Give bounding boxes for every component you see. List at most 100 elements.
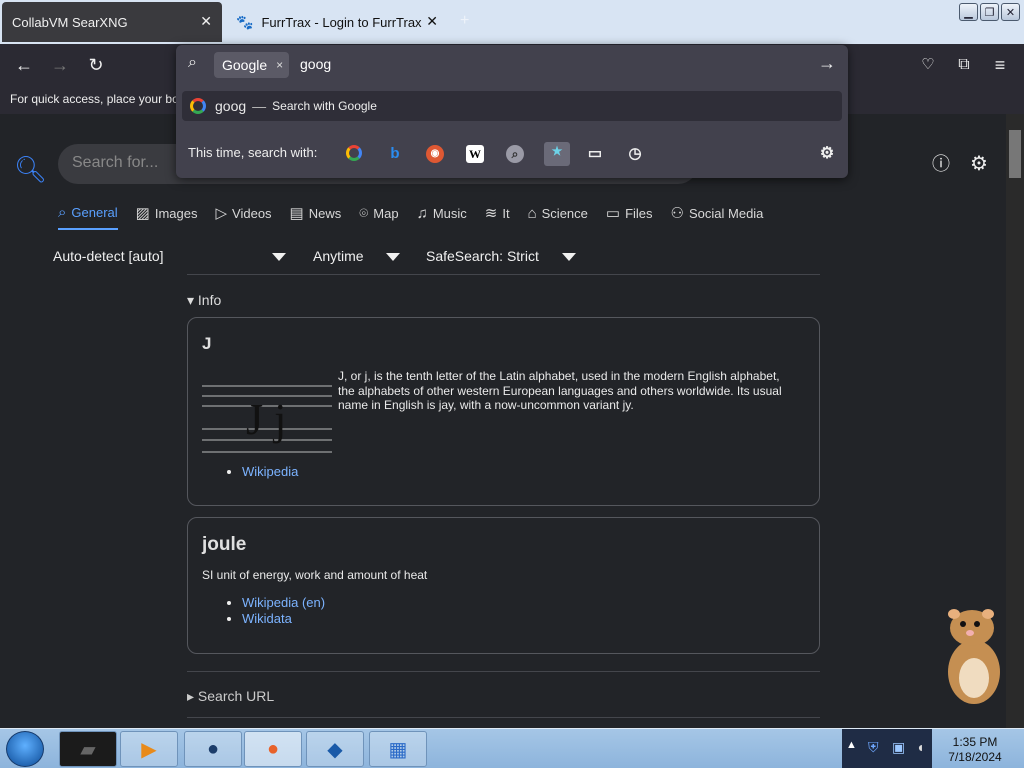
tab-news[interactable]: ▤ News: [290, 202, 342, 230]
media-player-icon: ▶: [141, 738, 157, 761]
science-icon: ⌂: [527, 204, 537, 222]
paw-icon: 🐾: [236, 13, 254, 30]
gear-icon[interactable]: ⚙: [818, 145, 836, 163]
hamster-icon: [948, 609, 1000, 704]
tab-it[interactable]: ≋ It: [485, 202, 510, 230]
menu-icon[interactable]: ≡: [989, 54, 1011, 76]
wikipedia-icon[interactable]: W: [466, 145, 484, 163]
divider: [187, 671, 820, 672]
new-tab-button[interactable]: +: [460, 12, 469, 30]
volume-icon[interactable]: ◖: [916, 739, 924, 755]
wikidata-link[interactable]: Wikidata: [242, 611, 292, 626]
duckduckgo-icon[interactable]: ◉: [426, 145, 444, 163]
wikipedia-link[interactable]: Wikipedia: [242, 464, 298, 479]
divider: [187, 717, 820, 718]
infobox-description: J, or j, is the tenth letter of the Lati…: [338, 369, 782, 412]
layers-icon: ≋: [484, 205, 498, 222]
language-select[interactable]: Auto-detect [auto]: [53, 248, 164, 264]
shield-icon[interactable]: ⛨: [868, 739, 879, 756]
firefox-icon: ●: [266, 737, 280, 760]
virtualbox-icon: ◆: [327, 738, 343, 761]
search-engine-chip[interactable]: Google ×: [214, 52, 290, 78]
close-tab-icon[interactable]: ✕: [426, 13, 438, 29]
clock-date: 7/18/2024: [948, 750, 1002, 764]
system-tray: ▲ ⛨ ▣ ◖: [842, 729, 932, 768]
one-off-label: This time, search with:: [188, 145, 318, 160]
close-icon[interactable]: ×: [276, 52, 283, 78]
minimize-button[interactable]: ▁: [959, 3, 978, 21]
bookmarks-star-icon[interactable]: ★: [544, 142, 570, 166]
extensions-icon[interactable]: ⧉: [953, 54, 975, 76]
url-input[interactable]: goog: [300, 56, 331, 72]
taskbar-app-globe[interactable]: ●: [184, 731, 242, 767]
infobox-j: J J j J, or j, is the tenth letter of th…: [187, 317, 820, 506]
searx-icon[interactable]: ⌕: [506, 145, 524, 163]
wikipedia-en-link[interactable]: Wikipedia (en): [242, 595, 325, 610]
list-item: Wikidata: [242, 611, 325, 626]
infobox-description: SI unit of energy, work and amount of he…: [202, 568, 428, 582]
people-icon: ⚇: [670, 205, 684, 222]
tab-label: FurrTrax - Login to FurrTrax: [261, 14, 422, 30]
tab-map[interactable]: ⌾ Map: [359, 202, 398, 230]
chevron-down-icon[interactable]: [272, 253, 286, 261]
search-icon: ⌕: [58, 203, 67, 221]
taskbar-app-terminal[interactable]: ▰: [59, 731, 117, 767]
windows-system-icon: ▦: [388, 738, 408, 761]
list-item: Wikipedia: [242, 464, 298, 479]
infobox-links: Wikipedia: [242, 464, 298, 480]
taskbar-app-system[interactable]: ▦: [369, 731, 427, 767]
search-suggestion[interactable]: goog — Search with Google: [182, 91, 842, 121]
gear-icon[interactable]: ⚙: [967, 152, 991, 176]
terminal-icon: ▰: [80, 738, 96, 761]
search-icon: ⌕: [188, 54, 197, 71]
maximize-button[interactable]: ❐: [980, 3, 999, 21]
tab-social-media[interactable]: ⚇ Social Media: [671, 202, 764, 230]
tab-strip: CollabVM SearXNG ✕ 🐾 FurrTrax - Login to…: [0, 0, 1024, 44]
close-tab-icon[interactable]: ✕: [200, 13, 212, 29]
history-icon[interactable]: ◷: [626, 145, 644, 163]
taskbar-app-firefox[interactable]: ●: [244, 731, 302, 767]
divider: [187, 274, 820, 275]
urlbar[interactable]: ⌕ Google × goog →: [176, 45, 848, 85]
arrow-right-icon[interactable]: →: [818, 53, 836, 74]
screen: { "browser": { "tabs": [ {"label": "Coll…: [0, 0, 1024, 768]
forward-icon[interactable]: →: [49, 54, 71, 76]
network-icon[interactable]: ▣: [892, 739, 905, 756]
time-select[interactable]: Anytime: [313, 248, 364, 264]
show-hidden-icons-icon[interactable]: ▲: [846, 739, 857, 751]
chevron-down-icon[interactable]: [562, 253, 576, 261]
reload-icon[interactable]: ↻: [85, 54, 107, 76]
tabs-icon[interactable]: ▭: [586, 145, 604, 163]
bing-icon[interactable]: b: [386, 145, 404, 163]
tab-videos[interactable]: ▷ Videos: [215, 202, 271, 230]
tab-collabvm-searxng[interactable]: CollabVM SearXNG ✕: [2, 2, 222, 42]
info-icon[interactable]: ⓘ: [929, 152, 953, 176]
info-toggle[interactable]: ▾ Info: [187, 292, 221, 309]
clock-time: 1:35 PM: [952, 735, 998, 749]
chevron-down-icon[interactable]: [386, 253, 400, 261]
page-scrollbar[interactable]: [1006, 114, 1024, 728]
tab-general[interactable]: ⌕ General: [58, 202, 118, 230]
infobox-links: Wikipedia (en) Wikidata: [242, 595, 325, 627]
infobox-title: J: [202, 334, 212, 353]
taskbar-app-media-player[interactable]: ▶: [120, 731, 178, 767]
tab-images[interactable]: ▨ Images: [136, 202, 198, 230]
scrollbar-thumb[interactable]: [1009, 130, 1021, 178]
tab-science[interactable]: ⌂ Science: [528, 202, 588, 230]
back-icon[interactable]: ←: [13, 54, 35, 76]
tab-label: CollabVM SearXNG: [12, 14, 128, 30]
safesearch-select[interactable]: SafeSearch: Strict: [426, 248, 539, 264]
google-icon[interactable]: [346, 145, 362, 161]
tab-furrtrax[interactable]: 🐾 FurrTrax - Login to FurrTrax ✕: [226, 2, 448, 42]
close-window-button[interactable]: ✕: [1001, 3, 1020, 21]
list-item: Wikipedia (en): [242, 595, 325, 610]
taskbar-app-virtualbox[interactable]: ◆: [306, 731, 364, 767]
infobox-joule: joule SI unit of energy, work and amount…: [187, 517, 820, 654]
pocket-icon[interactable]: ♡: [917, 54, 939, 76]
search-url-toggle[interactable]: ▸ Search URL: [187, 688, 274, 705]
tab-files[interactable]: ▭ Files: [606, 202, 653, 230]
clock[interactable]: 1:35 PM 7/18/2024: [932, 729, 1018, 768]
tab-music[interactable]: ♫ Music: [417, 202, 467, 230]
start-button[interactable]: [6, 731, 44, 767]
searxng-logo-icon[interactable]: 🔍︎: [14, 154, 47, 185]
